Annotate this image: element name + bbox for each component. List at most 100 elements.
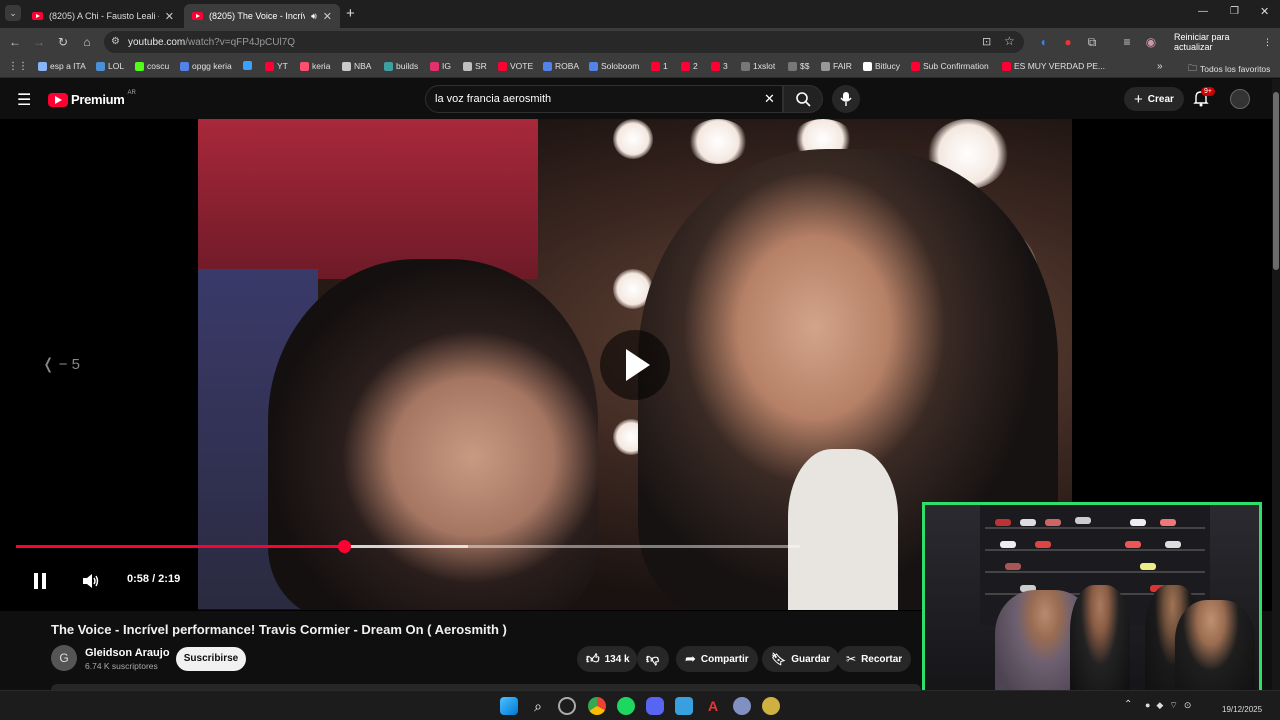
app-icon[interactable] <box>733 697 751 715</box>
bookmark-item[interactable]: YT <box>265 61 288 71</box>
pause-icon <box>34 573 46 589</box>
bookmark-item[interactable]: ES MUY VERDAD PE... <box>1002 61 1105 71</box>
notifications-button[interactable]: 9+ <box>1193 87 1215 112</box>
youtube-logo[interactable]: Premium AR <box>48 90 136 107</box>
bookmark-item[interactable]: NBA <box>342 61 371 71</box>
account-avatar[interactable] <box>1230 89 1250 109</box>
bookmark-item[interactable]: Soloboom <box>589 61 639 71</box>
search-taskbar-icon[interactable]: ⌕ <box>529 697 547 715</box>
like-button[interactable]: 👍︎ 134 k <box>577 646 637 672</box>
bookmark-item[interactable]: coscu <box>135 61 169 71</box>
bookmark-item[interactable] <box>243 61 255 70</box>
minimize-button[interactable]: — <box>1198 6 1208 17</box>
speaker-icon[interactable]: 🔊︎ <box>311 11 317 22</box>
save-button[interactable]: 🔖︎ Guardar <box>762 646 840 672</box>
extensions-puzzle-icon[interactable]: ⧉ <box>1084 34 1100 50</box>
clip-button[interactable]: ✂ Recortar <box>837 646 912 672</box>
bookmark-item[interactable]: Sub Confirmation <box>911 61 989 71</box>
bookmark-item[interactable]: esp a ITA <box>38 61 86 71</box>
bookmark-star-icon[interactable]: ☆ <box>1004 34 1015 48</box>
date-display: 19/12/2025 <box>1222 705 1263 714</box>
tab-search-button[interactable]: ⌄ <box>5 5 21 21</box>
volume-button[interactable] <box>82 573 100 594</box>
hamburger-menu-icon[interactable]: ☰ <box>17 90 31 110</box>
bookmark-label: 2 <box>693 61 698 71</box>
progress-fill <box>16 545 344 548</box>
app-icon[interactable] <box>762 697 780 715</box>
bookmark-item[interactable]: 3 <box>711 61 728 71</box>
bookmark-item[interactable]: opgg keria <box>180 61 232 71</box>
home-icon[interactable]: ⌂ <box>79 34 95 50</box>
bookmark-item[interactable]: 1 <box>651 61 668 71</box>
search-input[interactable]: la voz francia aerosmith ✕ <box>425 85 783 113</box>
tab-the-voice[interactable]: (8205) The Voice - Incrível p 🔊︎ ✕ <box>184 4 340 28</box>
share-button[interactable]: ➦ Compartir <box>676 646 758 672</box>
notepad-icon[interactable] <box>675 697 693 715</box>
dislike-button[interactable]: 👎︎ <box>637 646 669 672</box>
close-tab-icon[interactable]: ✕ <box>165 10 174 23</box>
progress-bar[interactable] <box>16 540 800 553</box>
bookmark-label: IG <box>442 61 451 71</box>
apps-grid-icon[interactable]: ⋮⋮ <box>8 61 28 72</box>
spotify-icon[interactable] <box>617 697 635 715</box>
all-bookmarks[interactable]: 🗀︎ Todos los favoritos <box>1188 61 1270 77</box>
bookmark-item[interactable]: VOTE <box>498 61 533 71</box>
app-icon[interactable]: A <box>704 697 722 715</box>
pause-button[interactable] <box>33 573 47 589</box>
bookmark-item[interactable]: 2 <box>681 61 698 71</box>
tab-a-chi[interactable]: (8205) A Chi - Fausto Leali - Yo ✕ <box>24 4 182 28</box>
address-bar[interactable]: ⚙︎ youtube.com/watch?v=qFP4JpCUl7Q ⊡ ☆ <box>104 31 1024 53</box>
forward-icon[interactable]: → <box>31 34 47 50</box>
subscribe-button[interactable]: Suscribirse <box>176 647 246 671</box>
bookmark-item[interactable]: IG <box>430 61 451 71</box>
channel-name[interactable]: Gleidson Araujo <box>85 647 170 659</box>
channel-avatar[interactable]: G <box>51 645 77 671</box>
tray-chevron-icon[interactable]: ⌃ <box>1124 699 1132 710</box>
clear-search-icon[interactable]: ✕ <box>764 91 775 107</box>
bookmark-item[interactable]: Bitlucy <box>863 61 900 71</box>
bookmark-item[interactable]: $$ <box>788 61 809 71</box>
create-button[interactable]: + Crear <box>1124 87 1184 111</box>
bookmarks-bar: ⋮⋮ esp a ITA LOL coscu opgg keria YT keria NBA… <box>0 56 1280 78</box>
search-button[interactable] <box>783 85 823 113</box>
bookmark-label: coscu <box>147 61 170 71</box>
play-icon[interactable] <box>600 330 670 400</box>
browser-tabstrip: ⌄ (8205) A Chi - Fausto Leali - Yo ✕ (82… <box>0 0 1280 28</box>
bookmark-item[interactable]: ROBA <box>543 61 579 71</box>
bookmarks-overflow-icon[interactable]: » <box>1157 61 1163 72</box>
restore-button[interactable]: ❐ <box>1230 6 1239 17</box>
profile-icon[interactable]: ◉ <box>1143 34 1159 50</box>
windows-start-icon[interactable] <box>500 697 518 715</box>
brand-label: Premium <box>71 92 125 107</box>
bookmark-label: LOL <box>108 61 125 71</box>
scrubber-handle[interactable] <box>337 540 351 553</box>
close-tab-icon[interactable]: ✕ <box>323 10 332 23</box>
bookmark-favicon-icon <box>135 61 144 71</box>
voice-search-button[interactable] <box>832 85 860 113</box>
back-icon[interactable]: ← <box>7 34 23 50</box>
extension-icon[interactable]: ◖ <box>1035 34 1051 50</box>
chrome-icon[interactable] <box>588 697 606 715</box>
bookmark-label: 3 <box>723 61 728 71</box>
extension-badge-icon[interactable]: ● <box>1060 34 1076 50</box>
reload-icon[interactable]: ↻ <box>55 34 71 50</box>
scrollbar-thumb[interactable] <box>1273 92 1279 270</box>
bookmark-item[interactable]: 1xslot <box>741 61 775 71</box>
bookmark-item[interactable]: LOL <box>96 61 124 71</box>
media-controls-icon[interactable]: ≡ <box>1119 34 1135 50</box>
install-app-icon[interactable]: ⊡ <box>982 35 991 48</box>
restart-to-update-button[interactable]: Reiniciar para actualizar ⋮ <box>1166 32 1280 52</box>
bookmark-item[interactable]: SR <box>463 61 487 71</box>
bookmark-item[interactable]: FAIR <box>821 61 852 71</box>
bookmark-item[interactable]: keria <box>300 61 330 71</box>
bookmark-item[interactable]: builds <box>384 61 418 71</box>
tray-icons[interactable]: ●◆⌔⊙ <box>1145 700 1197 711</box>
close-window-button[interactable]: ✕ <box>1260 5 1269 18</box>
bookmark-favicon-icon <box>96 61 105 71</box>
search-icon <box>796 92 811 107</box>
new-tab-button[interactable]: + <box>346 5 355 22</box>
bookmark-favicon-icon <box>1002 61 1011 71</box>
app-icon[interactable] <box>558 697 576 715</box>
site-info-icon[interactable]: ⚙︎ <box>111 36 120 47</box>
discord-icon[interactable] <box>646 697 664 715</box>
